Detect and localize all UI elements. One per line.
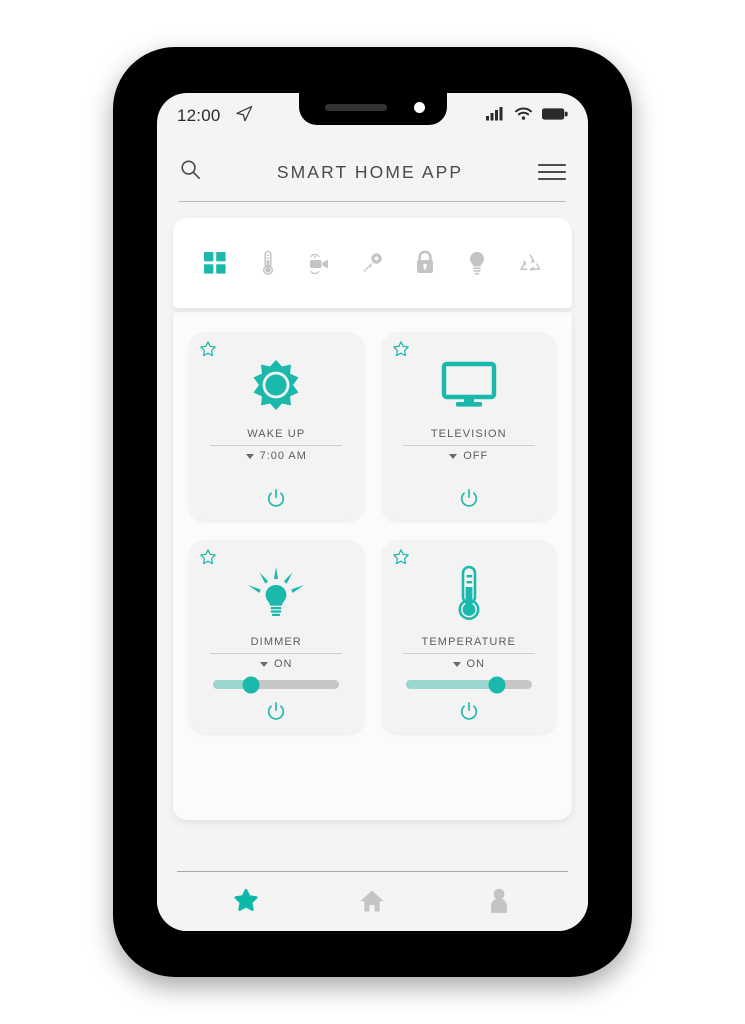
bottom-nav-items [157,872,588,930]
star-filled-icon [234,888,258,911]
brightness-slider[interactable] [213,676,340,693]
toolbar-item-light[interactable] [462,248,492,278]
panel-area: WAKE UP 7:00 AM TELEVISION OFF DIMMER ON… [157,202,588,820]
phone-notch [298,93,447,125]
thermometer-icon [449,562,489,626]
star-outline-icon[interactable] [199,548,217,566]
app-header: SMART HOME APP [157,139,588,195]
toolbar-item-thermostat[interactable] [253,248,283,278]
status-bar-left: 12:00 [177,104,254,128]
toolbar-item-eco[interactable] [515,248,545,278]
device-tile-wake-up[interactable]: WAKE UP 7:00 AM [189,332,364,520]
device-status-dropdown[interactable]: ON [260,658,293,670]
power-button[interactable] [266,488,286,508]
phone-screen: 12:00 SMART HOME APP WAKE UP 7:00 AM TEL… [157,93,588,931]
toolbar-item-lock[interactable] [410,248,440,278]
tile-divider [210,445,343,446]
device-tile-television[interactable]: TELEVISION OFF [381,332,556,520]
toolbar-item-camera[interactable] [305,248,335,278]
battery-full-icon [542,107,568,125]
notch-camera-dot [413,102,425,113]
device-status-value: 7:00 AM [259,450,307,462]
star-outline-icon[interactable] [199,340,217,358]
star-outline-icon[interactable] [392,548,410,566]
search-icon[interactable] [179,158,202,186]
wifi-icon [514,107,533,126]
notch-speaker [324,104,387,111]
device-status-dropdown[interactable]: OFF [449,450,488,462]
slider-thumb[interactable] [242,676,260,693]
signal-bars-icon [486,107,505,126]
power-button[interactable] [266,701,286,721]
power-button[interactable] [459,701,479,721]
nav-item-home[interactable] [352,884,392,918]
hamburger-line [537,178,566,180]
tile-divider [402,445,535,446]
person-icon [490,888,507,913]
chevron-down-icon [245,453,254,459]
page-title: SMART HOME APP [276,161,464,182]
device-status-value: ON [274,658,293,670]
tile-divider [210,653,343,654]
slider-thumb[interactable] [488,676,506,693]
temperature-slider[interactable] [405,676,532,693]
device-label: WAKE UP [247,428,306,440]
status-time: 12:00 [177,106,221,125]
device-status-dropdown[interactable]: 7:00 AM [245,450,307,462]
power-button[interactable] [459,488,479,508]
device-tile-dimmer[interactable]: DIMMER ON [189,540,364,733]
category-toolbar [173,218,572,308]
television-icon [440,354,498,418]
status-bar-right [486,107,568,126]
slider-fill [405,680,497,689]
light-bulb-icon [245,562,307,626]
hamburger-menu-icon[interactable] [537,164,566,180]
phone-frame: 12:00 SMART HOME APP WAKE UP 7:00 AM TEL… [113,47,632,977]
send-arrow-icon [235,104,254,128]
hamburger-line [537,164,566,166]
device-status-value: OFF [463,450,489,462]
nav-item-favorites[interactable] [226,884,266,918]
bottom-navigation [157,871,588,931]
sun-icon [248,354,304,418]
devices-panel: WAKE UP 7:00 AM TELEVISION OFF DIMMER ON… [173,312,572,820]
chevron-down-icon [449,453,458,459]
device-tile-temperature[interactable]: TEMPERATURE ON [381,540,556,733]
home-icon [360,890,385,912]
device-status-value: ON [466,658,485,670]
device-label: TEMPERATURE [421,636,516,648]
device-tile-grid: WAKE UP 7:00 AM TELEVISION OFF DIMMER ON… [189,332,556,733]
toolbar-item-key[interactable] [357,248,387,278]
tile-divider [402,653,535,654]
chevron-down-icon [452,661,461,667]
chevron-down-icon [260,661,268,667]
toolbar-item-grid[interactable] [200,248,230,278]
device-label: DIMMER [250,636,302,648]
device-label: TELEVISION [430,428,507,440]
star-outline-icon[interactable] [392,340,410,358]
nav-item-profile[interactable] [479,884,519,918]
device-status-dropdown[interactable]: ON [452,658,486,670]
hamburger-line [537,171,566,173]
